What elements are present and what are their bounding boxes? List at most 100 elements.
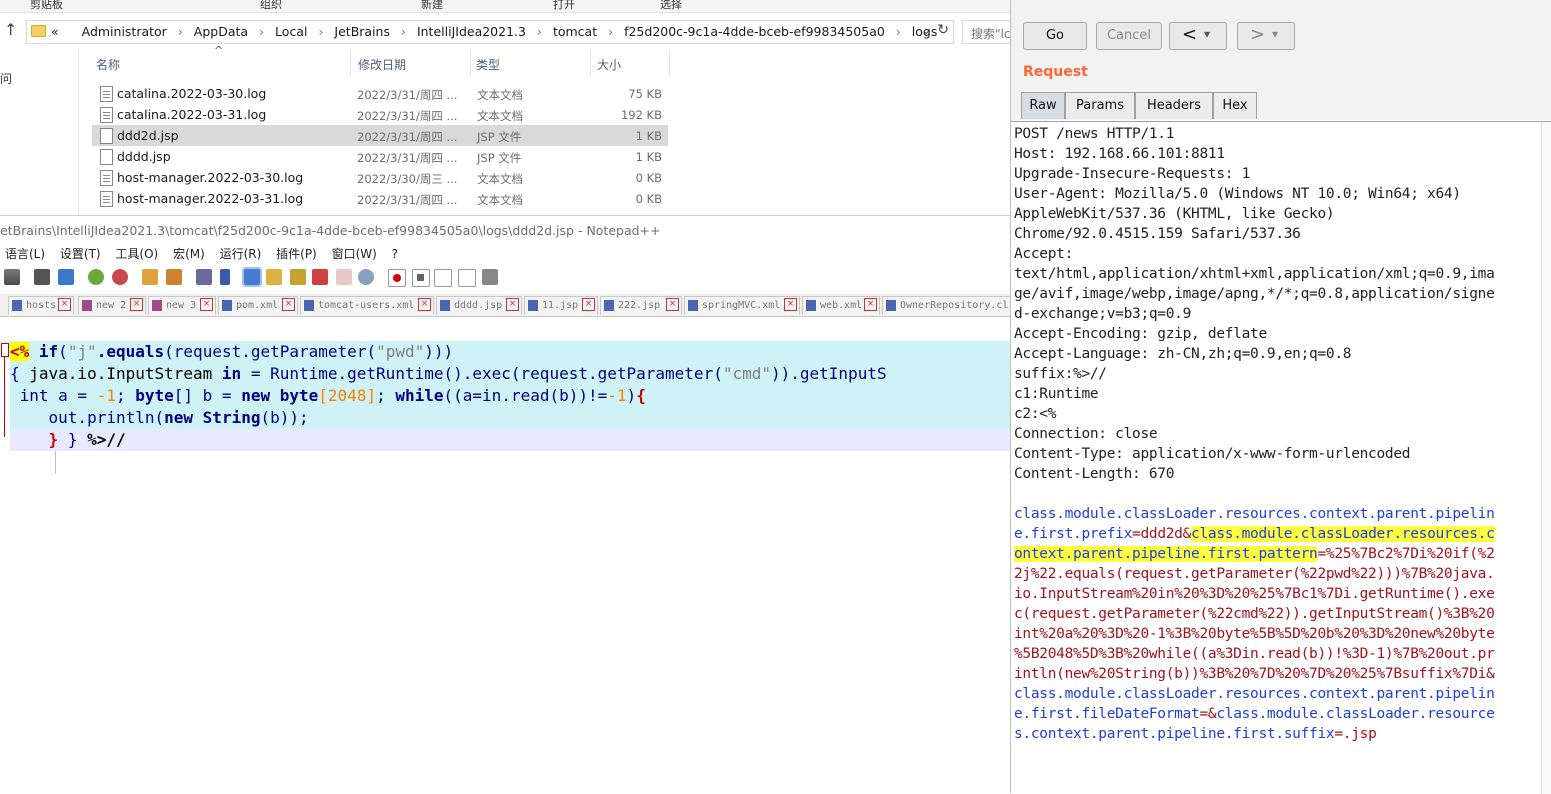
back-button[interactable]: < ▾ — [1169, 22, 1227, 50]
search-input[interactable]: 搜索"lc — [962, 20, 1010, 44]
menu-macro[interactable]: 宏(M) — [173, 245, 205, 262]
breadcrumb-separator-icon[interactable]: › — [401, 24, 406, 39]
fold-marker-icon[interactable] — [1, 343, 9, 357]
file-row[interactable]: catalina.2022-03-30.log 2022/3/31/周四 ...… — [92, 83, 668, 104]
close-icon[interactable]: × — [200, 298, 213, 311]
tab-raw[interactable]: Raw — [1021, 92, 1065, 119]
record-macro-icon[interactable] — [388, 269, 406, 287]
column-divider[interactable] — [590, 50, 591, 76]
indent-guide-icon[interactable] — [244, 269, 260, 285]
save-macro-icon[interactable] — [482, 269, 498, 285]
run-macro-multiple-icon[interactable] — [458, 269, 476, 287]
file-row[interactable]: catalina.2022-03-31.log 2022/3/31/周四 ...… — [92, 104, 668, 125]
menu-language[interactable]: 语言(L) — [5, 245, 45, 262]
chevron-down-icon[interactable]: ▾ — [1204, 27, 1210, 41]
close-icon[interactable]: × — [130, 298, 143, 311]
folder-workspace-icon[interactable] — [336, 269, 352, 285]
breadcrumb-separator-icon[interactable]: › — [896, 24, 901, 39]
show-all-chars-icon[interactable] — [220, 269, 230, 285]
tab-dddd-jsp[interactable]: dddd.jsp × — [436, 296, 522, 315]
file-row-selected[interactable]: ddd2d.jsp 2022/3/31/周四 ... JSP 文件 1 KB — [92, 125, 668, 146]
raw-request-editor[interactable]: POST /news HTTP/1.1 Host: 192.168.66.101… — [1011, 121, 1551, 794]
close-icon[interactable]: × — [784, 298, 797, 311]
breadcrumb-separator-icon[interactable]: › — [178, 24, 183, 39]
tab-springmvc-xml[interactable]: springMVC.xml × — [684, 296, 800, 315]
tab-222-jsp[interactable]: 222.jsp × — [600, 296, 682, 315]
breadcrumb-separator-icon[interactable]: › — [259, 24, 264, 39]
zoom-in-icon[interactable] — [88, 269, 104, 285]
menu-tools[interactable]: 工具(O) — [115, 245, 158, 262]
redo-icon[interactable] — [4, 269, 20, 285]
code-line-3: int a = -1; byte[] b = new byte[2048]; w… — [10, 385, 1010, 407]
breadcrumb-item[interactable]: JetBrains — [334, 24, 390, 39]
chevron-down-icon[interactable]: ▾ — [1272, 27, 1278, 41]
play-macro-icon[interactable] — [434, 269, 452, 287]
stop-macro-icon[interactable] — [412, 269, 430, 287]
doc-map-icon[interactable] — [290, 269, 306, 285]
tab-tomcat-users-xml[interactable]: tomcat-users.xml × — [300, 296, 434, 315]
monitoring-eye-icon[interactable] — [358, 269, 374, 285]
column-divider[interactable] — [669, 50, 670, 76]
tab-hosts[interactable]: hosts × — [8, 296, 74, 315]
column-divider[interactable] — [470, 50, 471, 76]
function-list-icon[interactable] — [312, 269, 328, 285]
menu-plugins[interactable]: 插件(P) — [276, 245, 317, 262]
close-icon[interactable]: × — [864, 298, 877, 311]
chevron-down-icon[interactable]: ⌄ — [921, 23, 931, 37]
tab-headers[interactable]: Headers — [1135, 92, 1213, 119]
cancel-button[interactable]: Cancel — [1096, 22, 1162, 50]
address-bar[interactable]: « Administrator › AppData › Local › JetB… — [26, 20, 954, 44]
menu-settings[interactable]: 设置(T) — [60, 245, 101, 262]
file-row[interactable]: host-manager.2022-03-30.log 2022/3/30/周三… — [92, 167, 668, 188]
file-row[interactable]: host-manager.2022-03-31.log 2022/3/31/周四… — [92, 188, 668, 209]
breadcrumb-separator-icon[interactable]: › — [537, 24, 542, 39]
request-line: POST /news HTTP/1.1 — [1014, 126, 1175, 142]
menu-window[interactable]: 窗口(W) — [332, 245, 377, 262]
up-arrow-icon[interactable]: ↑ — [4, 20, 17, 39]
menu-help[interactable]: ? — [392, 247, 398, 261]
breadcrumb-separator-icon[interactable]: › — [318, 24, 323, 39]
vertical-scrollbar[interactable] — [1541, 122, 1551, 794]
column-divider[interactable] — [350, 50, 351, 76]
nav-pane-item[interactable]: 问 — [0, 70, 12, 87]
breadcrumb-item[interactable]: f25d200c-9c1a-4dde-bceb-ef99834505a0 — [624, 24, 885, 39]
column-type[interactable]: 类型 — [476, 56, 500, 73]
word-wrap-icon[interactable] — [196, 269, 212, 285]
tab-new-3[interactable]: new 3 × — [148, 296, 216, 315]
breadcrumb-item[interactable]: Administrator — [82, 24, 167, 39]
go-button[interactable]: Go — [1023, 22, 1087, 50]
breadcrumb-separator-icon[interactable]: › — [608, 24, 613, 39]
sync-horizontal-icon[interactable] — [166, 269, 182, 285]
column-size[interactable]: 大小 — [597, 56, 621, 73]
code-editor[interactable]: <% if("j".equals(request.getParameter("p… — [0, 317, 1010, 793]
close-icon[interactable]: × — [666, 298, 679, 311]
breadcrumb-overflow[interactable]: « — [51, 24, 59, 39]
breadcrumb-item[interactable]: IntelliJIdea2021.3 — [417, 24, 526, 39]
close-icon[interactable]: × — [282, 298, 295, 311]
tab-11-jsp[interactable]: 11.jsp × — [524, 296, 598, 315]
breadcrumb-item[interactable]: tomcat — [553, 24, 597, 39]
close-icon[interactable]: × — [506, 298, 519, 311]
replace-icon[interactable] — [58, 269, 74, 285]
close-icon[interactable]: × — [418, 298, 431, 311]
column-date[interactable]: 修改日期 — [358, 56, 406, 73]
file-row[interactable]: dddd.jsp 2022/3/31/周四 ... JSP 文件 1 KB — [92, 146, 668, 167]
close-icon[interactable]: × — [582, 298, 595, 311]
refresh-icon[interactable]: ↻ — [937, 22, 949, 38]
tab-hex[interactable]: Hex — [1213, 92, 1257, 119]
forward-button[interactable]: > ▾ — [1237, 22, 1295, 50]
breadcrumb-item[interactable]: AppData — [194, 24, 248, 39]
menu-run[interactable]: 运行(R) — [220, 245, 262, 262]
tab-ownerrepository[interactable]: OwnerRepository.cl — [882, 296, 1010, 315]
breadcrumb-item[interactable]: Local — [275, 24, 307, 39]
zoom-out-icon[interactable] — [112, 269, 128, 285]
tab-new-2[interactable]: new 2 × — [78, 296, 146, 315]
find-icon[interactable] — [34, 269, 50, 285]
column-name[interactable]: 名称 — [96, 56, 120, 73]
tab-pom-xml[interactable]: pom.xml × — [218, 296, 298, 315]
close-icon[interactable]: × — [58, 298, 71, 311]
tab-web-xml[interactable]: web.xml × — [802, 296, 880, 315]
tab-params[interactable]: Params — [1065, 92, 1135, 119]
user-language-icon[interactable] — [266, 269, 282, 285]
sync-vertical-icon[interactable] — [142, 269, 158, 285]
